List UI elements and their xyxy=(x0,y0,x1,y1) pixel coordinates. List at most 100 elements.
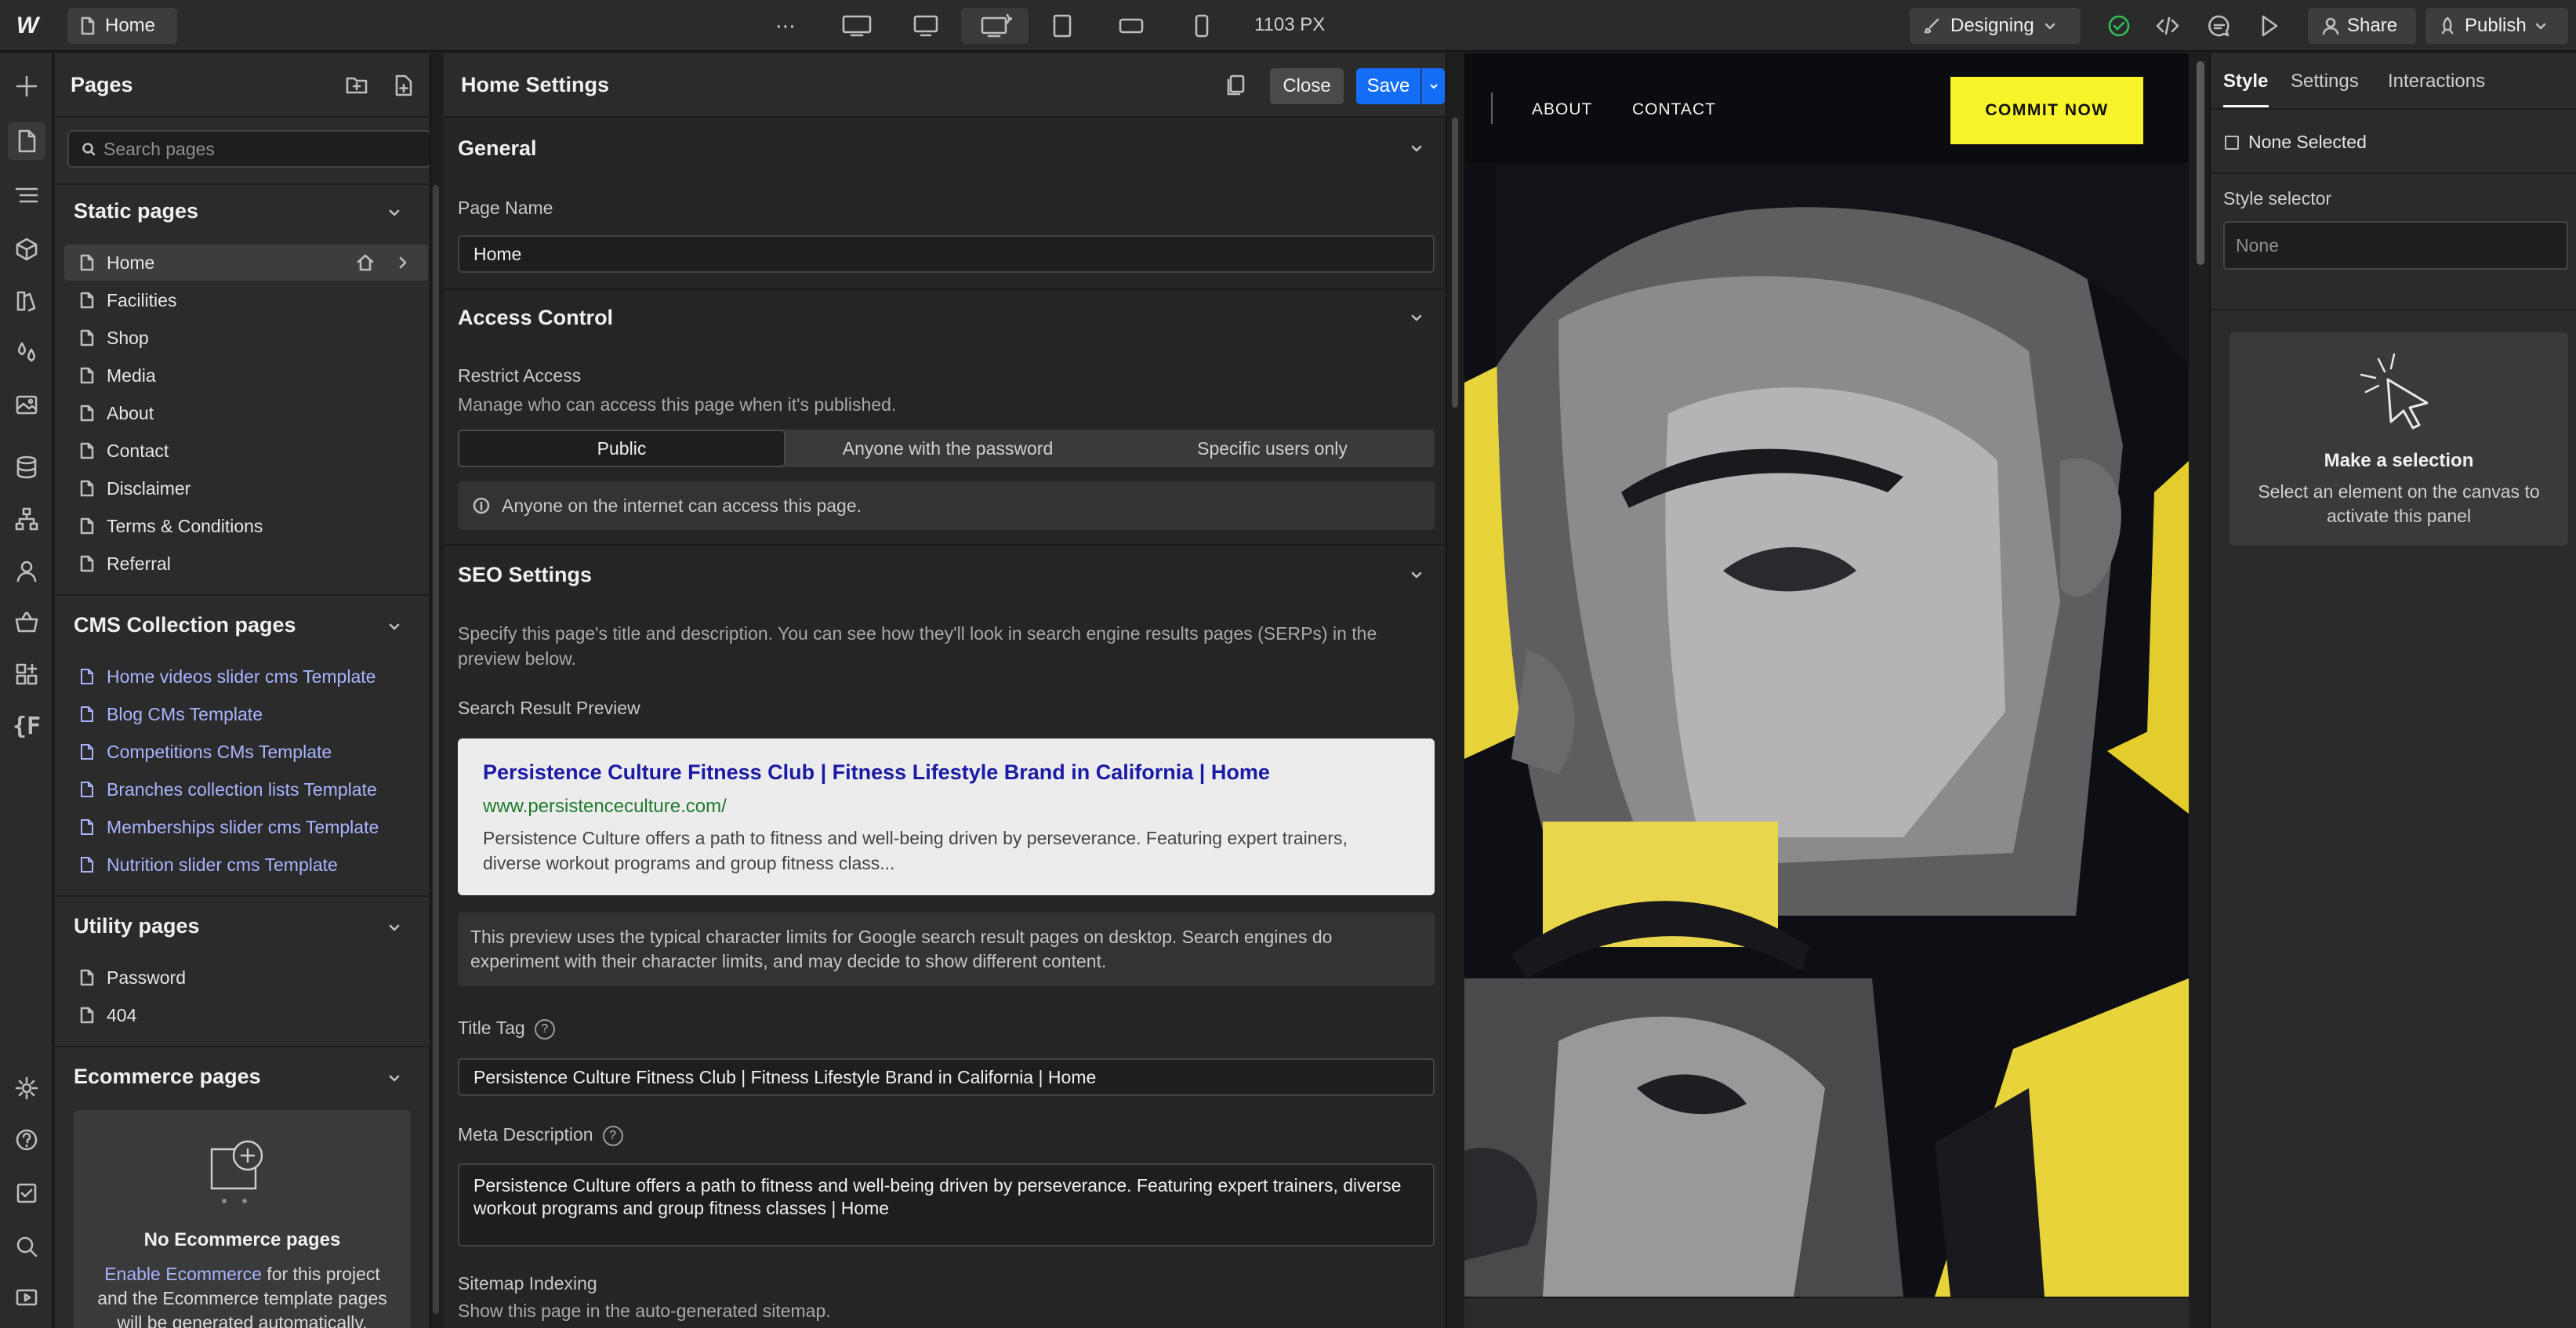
pages-scrollbar[interactable] xyxy=(433,185,439,1314)
tab-settings[interactable]: Settings xyxy=(2291,71,2359,93)
chevron-down-icon[interactable] xyxy=(387,1071,401,1085)
question-mark-icon[interactable]: ? xyxy=(534,1018,555,1040)
search-pages-input[interactable] xyxy=(103,138,401,160)
preview-play-icon[interactable] xyxy=(2251,8,2288,44)
duplicate-icon[interactable] xyxy=(1225,74,1246,97)
page-item-facilities[interactable]: Facilities xyxy=(64,282,428,318)
page-item-404[interactable]: 404 xyxy=(64,997,428,1033)
chevron-down-icon[interactable] xyxy=(387,619,401,633)
chevron-down-icon[interactable] xyxy=(387,205,401,220)
cms-page-item[interactable]: Memberships slider cms Template xyxy=(64,809,428,845)
ecommerce-icon[interactable] xyxy=(8,604,45,641)
chevron-down-icon[interactable] xyxy=(1410,310,1424,325)
publish-button[interactable]: Publish xyxy=(2425,8,2568,44)
breakpoint-base-icon[interactable] xyxy=(961,8,1029,44)
save-button[interactable]: Save xyxy=(1356,68,1420,104)
assets-icon[interactable] xyxy=(8,386,45,423)
breakpoint-tablet-icon[interactable] xyxy=(1043,8,1082,44)
style-selector-input[interactable]: None xyxy=(2223,221,2568,270)
more-icon[interactable]: ⋯ xyxy=(768,8,803,44)
relume-icon[interactable]: {F xyxy=(8,707,45,745)
help-icon[interactable] xyxy=(8,1121,45,1159)
save-options-chevron-icon[interactable] xyxy=(1421,68,1445,104)
settings-scrollbar[interactable] xyxy=(1452,118,1458,408)
cms-page-item[interactable]: Nutrition slider cms Template xyxy=(64,847,428,883)
breakpoint-large-desktop-icon[interactable] xyxy=(836,8,878,44)
cms-page-item[interactable]: Blog CMs Template xyxy=(64,696,428,732)
ecommerce-empty-title: No Ecommerce pages xyxy=(143,1229,341,1250)
access-option-public[interactable]: Public xyxy=(458,430,785,467)
settings-gear-icon[interactable] xyxy=(8,1069,45,1107)
page-name-input[interactable] xyxy=(473,243,1433,265)
checkbox-icon[interactable] xyxy=(2225,135,2239,150)
publish-status-check-icon[interactable] xyxy=(2101,8,2137,44)
site-navbar[interactable]: ABOUT CONTACT COMMIT NOW xyxy=(1464,53,2189,163)
search-pages-field[interactable] xyxy=(67,130,430,168)
page-icon xyxy=(80,254,94,271)
close-button[interactable]: Close xyxy=(1270,68,1344,104)
page-name-field[interactable] xyxy=(458,235,1435,273)
page-item-contact[interactable]: Contact xyxy=(64,433,428,469)
access-option-password[interactable]: Anyone with the password xyxy=(785,430,1110,467)
audit-checklist-icon[interactable] xyxy=(8,1174,45,1212)
breakpoint-mobile-landscape-icon[interactable] xyxy=(1112,8,1151,44)
chevron-right-icon[interactable] xyxy=(397,256,409,270)
page-icon xyxy=(80,292,94,309)
new-page-icon[interactable] xyxy=(394,74,414,97)
tab-interactions[interactable]: Interactions xyxy=(2388,71,2485,93)
page-item-about[interactable]: About xyxy=(64,395,428,431)
design-canvas[interactable]: ABOUT CONTACT COMMIT NOW xyxy=(1464,53,2189,1297)
video-tutorials-icon[interactable] xyxy=(8,1278,45,1315)
canvas-scrollbar[interactable] xyxy=(2197,61,2204,265)
nav-link-about[interactable]: ABOUT xyxy=(1532,100,1592,119)
add-elements-icon[interactable] xyxy=(8,67,45,105)
components-icon[interactable] xyxy=(8,230,45,268)
hero-artwork-image[interactable] xyxy=(1464,163,2189,1297)
question-mark-icon[interactable]: ? xyxy=(602,1125,623,1146)
cms-icon[interactable] xyxy=(8,448,45,486)
title-tag-field[interactable] xyxy=(458,1058,1435,1096)
mode-dropdown[interactable]: Designing xyxy=(1910,8,2081,44)
selection-status[interactable]: None Selected xyxy=(2225,132,2367,153)
code-icon[interactable] xyxy=(2150,8,2186,44)
page-item-password[interactable]: Password xyxy=(64,960,428,996)
chevron-down-icon[interactable] xyxy=(387,920,401,934)
new-folder-icon[interactable] xyxy=(345,74,368,96)
breakpoint-desktop-icon[interactable] xyxy=(905,8,947,44)
page-item-referral[interactable]: Referral xyxy=(64,546,428,582)
divider xyxy=(2211,172,2576,174)
nav-link-contact[interactable]: CONTACT xyxy=(1632,100,1716,119)
enable-ecommerce-link[interactable]: Enable Ecommerce xyxy=(104,1264,262,1284)
meta-description-label: Meta Description? xyxy=(458,1124,623,1146)
current-page-button[interactable]: Home xyxy=(67,8,177,44)
page-item-disclaimer[interactable]: Disclaimer xyxy=(64,470,428,506)
users-icon[interactable] xyxy=(8,552,45,590)
share-button[interactable]: Share xyxy=(2308,8,2416,44)
navigator-icon[interactable] xyxy=(8,177,45,215)
webflow-logo[interactable]: W xyxy=(8,9,47,42)
variables-icon[interactable] xyxy=(8,334,45,372)
access-option-specific-users[interactable]: Specific users only xyxy=(1110,430,1435,467)
search-icon[interactable] xyxy=(8,1228,45,1265)
chevron-down-icon[interactable] xyxy=(1410,568,1424,582)
page-item-terms[interactable]: Terms & Conditions xyxy=(64,508,428,544)
cms-page-item[interactable]: Branches collection lists Template xyxy=(64,771,428,807)
page-item-media[interactable]: Media xyxy=(64,357,428,394)
pages-icon[interactable] xyxy=(8,122,45,160)
logic-icon[interactable] xyxy=(8,500,45,538)
style-guide-icon[interactable] xyxy=(8,282,45,320)
title-tag-input[interactable] xyxy=(473,1066,1433,1088)
page-item-shop[interactable]: Shop xyxy=(64,320,428,356)
page-item-label: Terms & Conditions xyxy=(107,515,263,536)
breakpoint-mobile-portrait-icon[interactable] xyxy=(1182,8,1221,44)
cms-page-item[interactable]: Competitions CMs Template xyxy=(64,734,428,770)
page-item-home[interactable]: Home xyxy=(64,245,428,281)
apps-icon[interactable] xyxy=(8,655,45,693)
cms-page-item[interactable]: Home videos slider cms Template xyxy=(64,659,428,695)
comments-icon[interactable] xyxy=(2201,8,2237,44)
commit-now-button[interactable]: COMMIT NOW xyxy=(1950,77,2143,144)
chevron-down-icon[interactable] xyxy=(1410,141,1424,155)
tab-style[interactable]: Style xyxy=(2223,71,2268,93)
meta-description-textarea[interactable]: Persistence Culture offers a path to fit… xyxy=(473,1174,1433,1237)
meta-description-field[interactable]: Persistence Culture offers a path to fit… xyxy=(458,1163,1435,1246)
